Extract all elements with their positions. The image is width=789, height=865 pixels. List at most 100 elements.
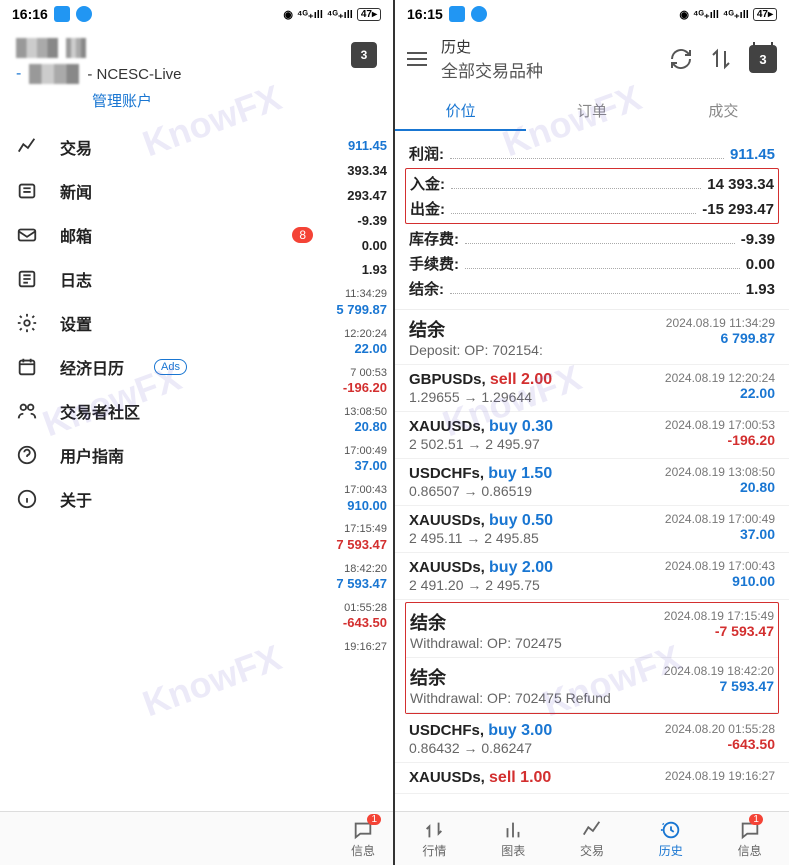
calendar-badge-icon[interactable]: 3 (749, 45, 777, 73)
quotes-icon (422, 818, 446, 842)
refresh-icon[interactable] (669, 47, 693, 71)
nav-history[interactable]: 历史 (631, 812, 710, 865)
blur-3 (29, 64, 79, 84)
right-panel: 16:15 ◉ ⁴ᴳ₊ıll ⁴ᴳ₊ıll 47▸ 历史 全部交易品种 3 (395, 0, 789, 865)
summary-block: 利润:911.45入金:14 393.34出金:-15 293.47库存费:-9… (395, 131, 789, 310)
transaction-item[interactable]: 结余Deposit: OP: 702154:2024.08.19 11:34:2… (395, 310, 789, 365)
tab-1[interactable]: 订单 (526, 90, 657, 131)
signal-icon: ⁴ᴳ₊ıll (297, 8, 323, 21)
menu-item-mail[interactable]: 邮箱 8 (0, 213, 393, 257)
blur-1 (16, 38, 58, 58)
ads-chip: Ads (154, 359, 187, 375)
bottom-nav-right: 行情图表交易历史1信息 (395, 811, 789, 865)
mail-icon (16, 224, 38, 246)
menu-label: 设置 (60, 311, 92, 335)
transaction-item[interactable]: XAUUSDs, sell 1.002024.08.19 19:16:27 (395, 763, 789, 794)
hamburger-icon[interactable] (407, 52, 427, 66)
transaction-item[interactable]: XAUUSDs, buy 2.002 491.20 → 2 495.752024… (395, 553, 789, 600)
status-time: 16:16 (12, 6, 48, 22)
bottom-nav-left: 1 信息 (0, 811, 393, 865)
menu-item-gear[interactable]: 设置 (0, 301, 393, 345)
app-icon-1 (449, 6, 465, 22)
drawer-menu: 交易新闻邮箱 8 日志设置经济日历 Ads 交易者社区用户指南关于 (0, 121, 393, 525)
badge: 8 (292, 227, 313, 243)
header-title: 历史 (441, 36, 655, 57)
signal-icon: ⁴ᴳ₊ıll (693, 8, 719, 21)
left-panel: 16:16 ◉ ⁴ᴳ₊ıll ⁴ᴳ₊ıll 47▸ - - NCESC-Live (0, 0, 395, 865)
tabs: 价位订单成交 (395, 90, 789, 131)
menu-label: 日志 (60, 267, 92, 291)
nav-chart[interactable]: 图表 (474, 812, 553, 865)
summary-row: 利润:911.45 (409, 141, 775, 166)
menu-label: 交易 (60, 135, 92, 159)
status-time: 16:15 (407, 6, 443, 22)
menu-item-help[interactable]: 用户指南 (0, 433, 393, 477)
signal-icon-2: ⁴ᴳ₊ıll (327, 8, 353, 21)
transaction-item[interactable]: 结余Withdrawal: OP: 702475 Refund2024.08.1… (406, 658, 778, 713)
tab-2[interactable]: 成交 (658, 90, 789, 131)
header-subtitle[interactable]: 全部交易品种 (441, 57, 655, 82)
app-icon-2 (76, 6, 92, 22)
account-server: - NCESC-Live (87, 66, 181, 83)
highlight-withdrawal-refund: 结余Withdrawal: OP: 7024752024.08.19 17:15… (405, 602, 779, 714)
peek-row: 01:55:28-643.50 (335, 597, 393, 636)
log-icon (16, 268, 38, 290)
transaction-item[interactable]: USDCHFs, buy 3.000.86432 → 0.862472024.0… (395, 716, 789, 763)
sort-icon[interactable] (709, 47, 733, 71)
menu-item-community[interactable]: 交易者社区 (0, 389, 393, 433)
transaction-item[interactable]: XAUUSDs, buy 0.502 495.11 → 2 495.852024… (395, 506, 789, 553)
peek-row: 18:42:207 593.47 (335, 558, 393, 597)
battery-icon: 47▸ (357, 8, 381, 21)
nav-trade2[interactable]: 交易 (553, 812, 632, 865)
summary-row: 手续费:0.00 (409, 251, 775, 276)
summary-row: 入金:14 393.34 (410, 171, 774, 196)
summary-row: 库存费:-9.39 (409, 226, 775, 251)
trade-icon (16, 136, 38, 158)
transaction-item[interactable]: GBPUSDs, sell 2.001.29655 → 1.296442024.… (395, 365, 789, 412)
menu-label: 交易者社区 (60, 399, 140, 423)
community-icon (16, 400, 38, 422)
transaction-list[interactable]: 结余Deposit: OP: 702154:2024.08.19 11:34:2… (395, 310, 789, 794)
gear-icon (16, 312, 38, 334)
summary-row: 结余:1.93 (409, 276, 775, 301)
wifi-icon: ◉ (283, 8, 293, 21)
info-icon (16, 488, 38, 510)
wifi-icon: ◉ (679, 8, 689, 21)
menu-item-trade[interactable]: 交易 (0, 125, 393, 169)
nav-message-left[interactable]: 1 信息 (333, 812, 393, 865)
trade2-icon (580, 818, 604, 842)
manage-account-link[interactable]: 管理账户 (92, 90, 377, 111)
menu-label: 经济日历 (60, 355, 124, 379)
menu-item-news[interactable]: 新闻 (0, 169, 393, 213)
history-icon (659, 818, 683, 842)
app-header: 历史 全部交易品种 3 (395, 28, 789, 90)
signal-icon-2: ⁴ᴳ₊ıll (723, 8, 749, 21)
menu-label: 关于 (60, 487, 92, 511)
menu-label: 新闻 (60, 179, 92, 203)
nav-quotes[interactable]: 行情 (395, 812, 474, 865)
nav-message[interactable]: 1信息 (710, 812, 789, 865)
menu-label: 用户指南 (60, 443, 124, 467)
transaction-item[interactable]: XAUUSDs, buy 0.302 502.51 → 2 495.972024… (395, 412, 789, 459)
menu-item-calendar[interactable]: 经济日历 Ads (0, 345, 393, 389)
news-icon (16, 180, 38, 202)
status-bar-right: 16:15 ◉ ⁴ᴳ₊ıll ⁴ᴳ₊ıll 47▸ (395, 0, 789, 28)
nav-badge: 1 (749, 814, 763, 825)
transaction-item[interactable]: USDCHFs, buy 1.500.86507 → 0.865192024.0… (395, 459, 789, 506)
menu-item-log[interactable]: 日志 (0, 257, 393, 301)
chart-icon (501, 818, 525, 842)
highlight-deposit-withdrawal: 入金:14 393.34出金:-15 293.47 (405, 168, 779, 224)
menu-item-info[interactable]: 关于 (0, 477, 393, 521)
drawer-header: - - NCESC-Live 管理账户 (0, 28, 393, 121)
status-bar-left: 16:16 ◉ ⁴ᴳ₊ıll ⁴ᴳ₊ıll 47▸ (0, 0, 393, 28)
peek-row: 19:16:27 (335, 636, 393, 658)
help-icon (16, 444, 38, 466)
calendar-icon (16, 356, 38, 378)
app-icon-1 (54, 6, 70, 22)
blur-2 (66, 38, 86, 58)
transaction-item[interactable]: 结余Withdrawal: OP: 7024752024.08.19 17:15… (406, 603, 778, 658)
tab-0[interactable]: 价位 (395, 90, 526, 131)
summary-row: 出金:-15 293.47 (410, 196, 774, 221)
menu-label: 邮箱 (60, 223, 92, 247)
app-icon-2 (471, 6, 487, 22)
